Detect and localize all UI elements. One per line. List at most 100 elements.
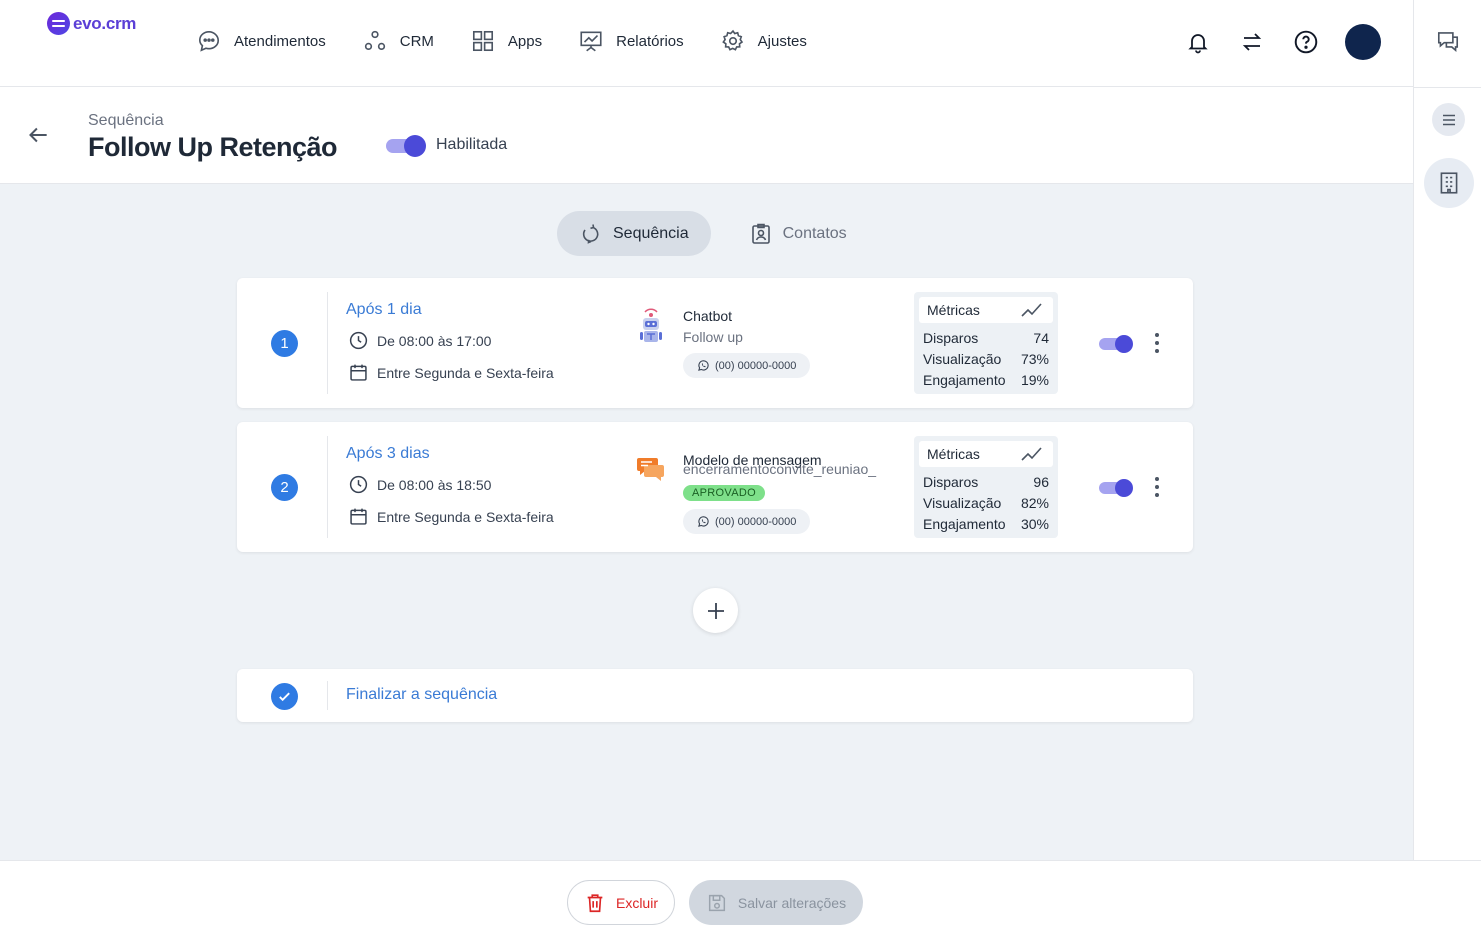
building-icon[interactable] bbox=[1424, 158, 1474, 208]
user-avatar[interactable] bbox=[1345, 24, 1381, 60]
metric-value: 19% bbox=[1020, 372, 1049, 388]
floppy-disk-icon bbox=[708, 894, 725, 911]
metrics-panel: Métricas Disparos 74 Visualização 73% Enga… bbox=[914, 292, 1058, 394]
metric-label: Engajamento bbox=[923, 516, 1006, 532]
metric-value: 30% bbox=[1020, 516, 1049, 532]
whatsapp-icon bbox=[698, 516, 709, 527]
nav-item-atendimentos[interactable]: Atendimentos bbox=[196, 28, 326, 54]
rail-divider bbox=[1414, 87, 1481, 88]
tab-label: Sequência bbox=[613, 224, 689, 242]
metric-row: Engajamento 30% bbox=[923, 516, 1049, 532]
sequence-step-1: 1 Após 1 dia De 08:00 às 17:00 Entre Seg… bbox=[237, 278, 1193, 408]
logo-icon bbox=[47, 12, 70, 35]
grid-icon bbox=[472, 30, 493, 52]
delete-button[interactable]: Excluir bbox=[567, 880, 675, 925]
step-number: 1 bbox=[271, 330, 298, 357]
step-days: Entre Segunda e Sexta-feira bbox=[348, 506, 554, 527]
trend-line-icon bbox=[1021, 303, 1042, 317]
metric-value: 74 bbox=[1033, 330, 1049, 346]
calendar-icon bbox=[350, 508, 367, 525]
clock-icon bbox=[349, 331, 368, 350]
status-badge: APROVADO bbox=[683, 485, 765, 501]
page-header: Sequência Follow Up Retenção Habilitada bbox=[0, 88, 1413, 184]
nav-item-ajustes[interactable]: Ajustes bbox=[720, 28, 807, 54]
more-options-icon[interactable] bbox=[1149, 331, 1165, 355]
time-window-text: De 08:00 às 17:00 bbox=[377, 332, 492, 349]
step-time-window: De 08:00 às 17:00 bbox=[348, 330, 491, 351]
save-button[interactable]: Salvar alterações bbox=[689, 880, 863, 925]
notifications-bell-icon[interactable] bbox=[1183, 27, 1213, 57]
nodes-icon bbox=[364, 30, 385, 51]
content-area: Sequência Contatos 1 Após 1 dia De 08:00… bbox=[0, 184, 1413, 860]
step-enabled-toggle[interactable] bbox=[1099, 334, 1133, 353]
conversations-icon[interactable] bbox=[1435, 28, 1461, 59]
back-arrow-icon[interactable] bbox=[25, 122, 51, 153]
contact-card-icon bbox=[751, 223, 770, 244]
gear-icon bbox=[721, 29, 743, 51]
step-number: 2 bbox=[271, 474, 298, 501]
metrics-header[interactable]: Métricas bbox=[919, 297, 1053, 323]
metrics-title: Métricas bbox=[927, 446, 980, 462]
nav-item-apps[interactable]: Apps bbox=[470, 28, 542, 54]
nav-label: CRM bbox=[399, 32, 434, 50]
tab-label: Contatos bbox=[782, 224, 847, 242]
metric-label: Disparos bbox=[923, 474, 979, 490]
finish-sequence-label[interactable]: Finalizar a sequência bbox=[346, 686, 497, 704]
divider bbox=[327, 681, 328, 710]
step-delay[interactable]: Após 3 dias bbox=[346, 445, 430, 463]
metric-label: Disparos bbox=[923, 330, 979, 346]
plus-icon bbox=[707, 602, 724, 619]
metric-row: Visualização 73% bbox=[923, 351, 1049, 367]
message-template-icon bbox=[637, 458, 664, 481]
action-type: Chatbot bbox=[683, 308, 733, 324]
right-rail bbox=[1413, 0, 1481, 860]
presentation-chart-icon bbox=[580, 31, 602, 52]
metrics-panel: Métricas Disparos 96 Visualização 82% Enga… bbox=[914, 436, 1058, 538]
sequence-enabled-toggle[interactable]: Habilitada bbox=[386, 135, 507, 157]
add-step-button[interactable] bbox=[693, 588, 738, 633]
tab-sequencia[interactable]: Sequência bbox=[557, 211, 711, 256]
step-days: Entre Segunda e Sexta-feira bbox=[348, 362, 554, 383]
help-circle-icon[interactable] bbox=[1291, 27, 1321, 57]
metric-row: Visualização 82% bbox=[923, 495, 1049, 511]
metric-label: Engajamento bbox=[923, 372, 1006, 388]
time-window-text: De 08:00 às 18:50 bbox=[377, 476, 492, 493]
chatbot-robot-icon bbox=[640, 308, 662, 342]
toggle-switch[interactable] bbox=[386, 135, 426, 157]
top-actions bbox=[1183, 24, 1381, 60]
switch-arrows-icon[interactable] bbox=[1237, 27, 1267, 57]
divider bbox=[327, 292, 328, 394]
phone-number: (00) 00000-0000 bbox=[715, 359, 797, 372]
metric-label: Visualização bbox=[923, 351, 1002, 367]
calendar-icon bbox=[350, 364, 367, 381]
nav-label: Atendimentos bbox=[234, 32, 326, 50]
metric-row: Engajamento 19% bbox=[923, 372, 1049, 388]
top-navigation-bar: evo.crm Atendimentos CRM Apps Relatórios… bbox=[0, 0, 1413, 87]
trash-icon bbox=[587, 893, 603, 912]
app-logo[interactable]: evo.crm bbox=[47, 12, 136, 35]
save-label: Salvar alterações bbox=[737, 894, 847, 911]
metrics-title: Métricas bbox=[927, 302, 980, 318]
more-options-icon[interactable] bbox=[1149, 475, 1165, 499]
nav-label: Ajustes bbox=[757, 32, 807, 50]
nav-item-relatorios[interactable]: Relatórios bbox=[578, 28, 684, 54]
phone-chip: (00) 00000-0000 bbox=[683, 509, 811, 534]
delete-label: Excluir bbox=[615, 894, 658, 911]
tab-contatos[interactable]: Contatos bbox=[741, 211, 855, 256]
check-circle-icon bbox=[271, 683, 298, 710]
menu-icon[interactable] bbox=[1432, 103, 1465, 136]
metric-row: Disparos 74 bbox=[923, 330, 1049, 346]
trend-line-icon bbox=[1021, 447, 1042, 461]
breadcrumb: Sequência bbox=[88, 112, 164, 129]
tab-bar: Sequência Contatos bbox=[557, 211, 855, 256]
step-time-window: De 08:00 às 18:50 bbox=[348, 474, 491, 495]
step-delay[interactable]: Após 1 dia bbox=[346, 301, 422, 319]
page-title: Follow Up Retenção bbox=[88, 132, 338, 162]
metrics-header[interactable]: Métricas bbox=[919, 441, 1053, 467]
metric-value: 82% bbox=[1020, 495, 1049, 511]
metric-value: 73% bbox=[1020, 351, 1049, 367]
footer-bar: Excluir Salvar alterações bbox=[0, 860, 1481, 938]
step-enabled-toggle[interactable] bbox=[1099, 478, 1133, 497]
metric-label: Visualização bbox=[923, 495, 1002, 511]
nav-item-crm[interactable]: CRM bbox=[362, 28, 434, 54]
